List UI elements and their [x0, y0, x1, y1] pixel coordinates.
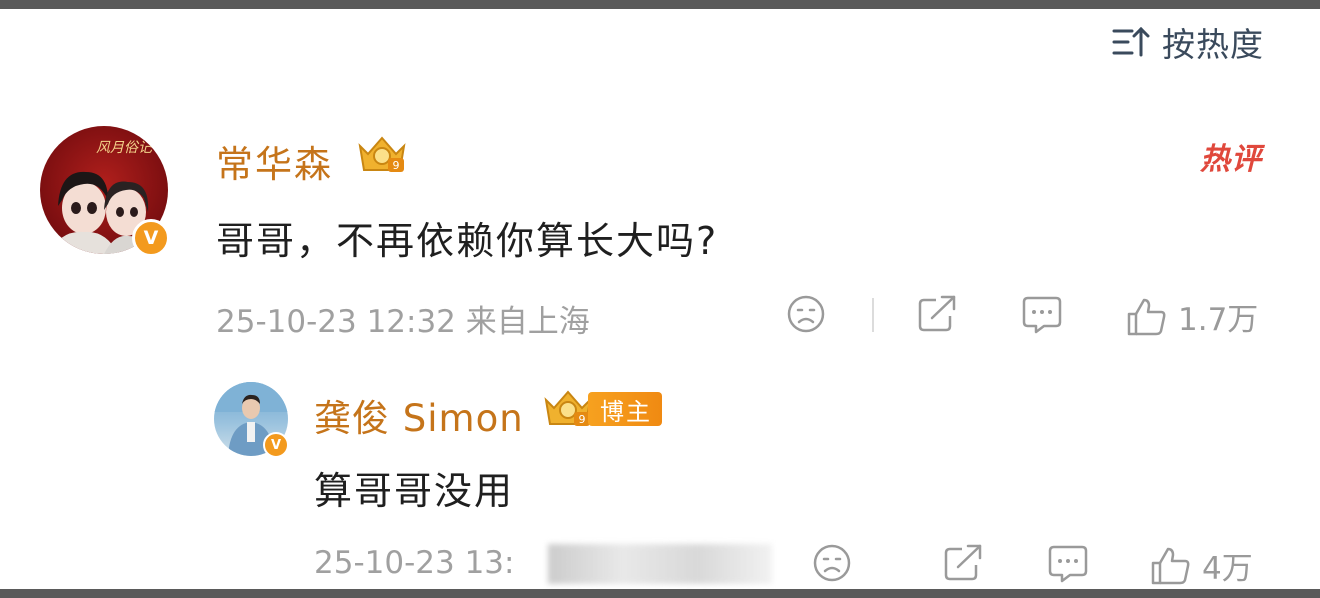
svg-text:风月俗记: 风月俗记	[96, 140, 154, 156]
like-button[interactable]: 1.7万	[1126, 294, 1258, 339]
crown-level-icon: 9	[358, 136, 406, 172]
share-icon	[944, 544, 982, 581]
dislike-button[interactable]	[786, 294, 826, 334]
blogger-badge: 博主	[588, 392, 662, 426]
svg-text:9: 9	[579, 413, 586, 426]
thumbs-up-icon	[1127, 298, 1166, 335]
share-icon	[918, 295, 956, 332]
reply-author-name[interactable]: 龚俊 Simon	[314, 388, 524, 442]
thumbs-up-icon	[1151, 547, 1190, 584]
sad-face-icon	[813, 544, 851, 582]
reply-dislike-button[interactable]	[812, 543, 852, 583]
bottom-edge-bar	[0, 589, 1320, 598]
share-button[interactable]	[916, 294, 958, 334]
hot-comment-tag: 热评	[1200, 142, 1262, 177]
reply-comment-button[interactable]	[1046, 543, 1090, 585]
comment-meta: 25-10-23 12:32 来自上海	[216, 304, 590, 340]
comment-icon	[1022, 296, 1062, 334]
like-count: 1.7万	[1178, 302, 1259, 338]
reply-share-button[interactable]	[942, 543, 984, 583]
svg-text:9: 9	[393, 159, 400, 172]
comment-author-name[interactable]: 常华森	[216, 134, 333, 188]
verified-badge-icon: V	[263, 432, 289, 458]
sort-icon	[1112, 26, 1150, 57]
reply-meta: 25-10-23 13:	[314, 545, 515, 581]
sort-by-hot-button[interactable]: 按热度	[1112, 20, 1264, 64]
comment-button[interactable]	[1020, 294, 1064, 336]
sad-face-icon	[787, 295, 825, 333]
divider	[872, 298, 874, 332]
reply-like-button[interactable]: 4万	[1150, 543, 1253, 588]
reply-like-count: 4万	[1202, 551, 1253, 587]
verified-badge-icon: V	[132, 219, 170, 257]
sort-label: 按热度	[1162, 25, 1264, 64]
comment-icon	[1048, 545, 1088, 583]
blurred-region	[548, 544, 772, 584]
comment-text: 哥哥，不再依赖你算长大吗?	[216, 219, 719, 263]
reply-text: 算哥哥没用	[314, 469, 515, 513]
top-edge-bar	[0, 0, 1320, 9]
